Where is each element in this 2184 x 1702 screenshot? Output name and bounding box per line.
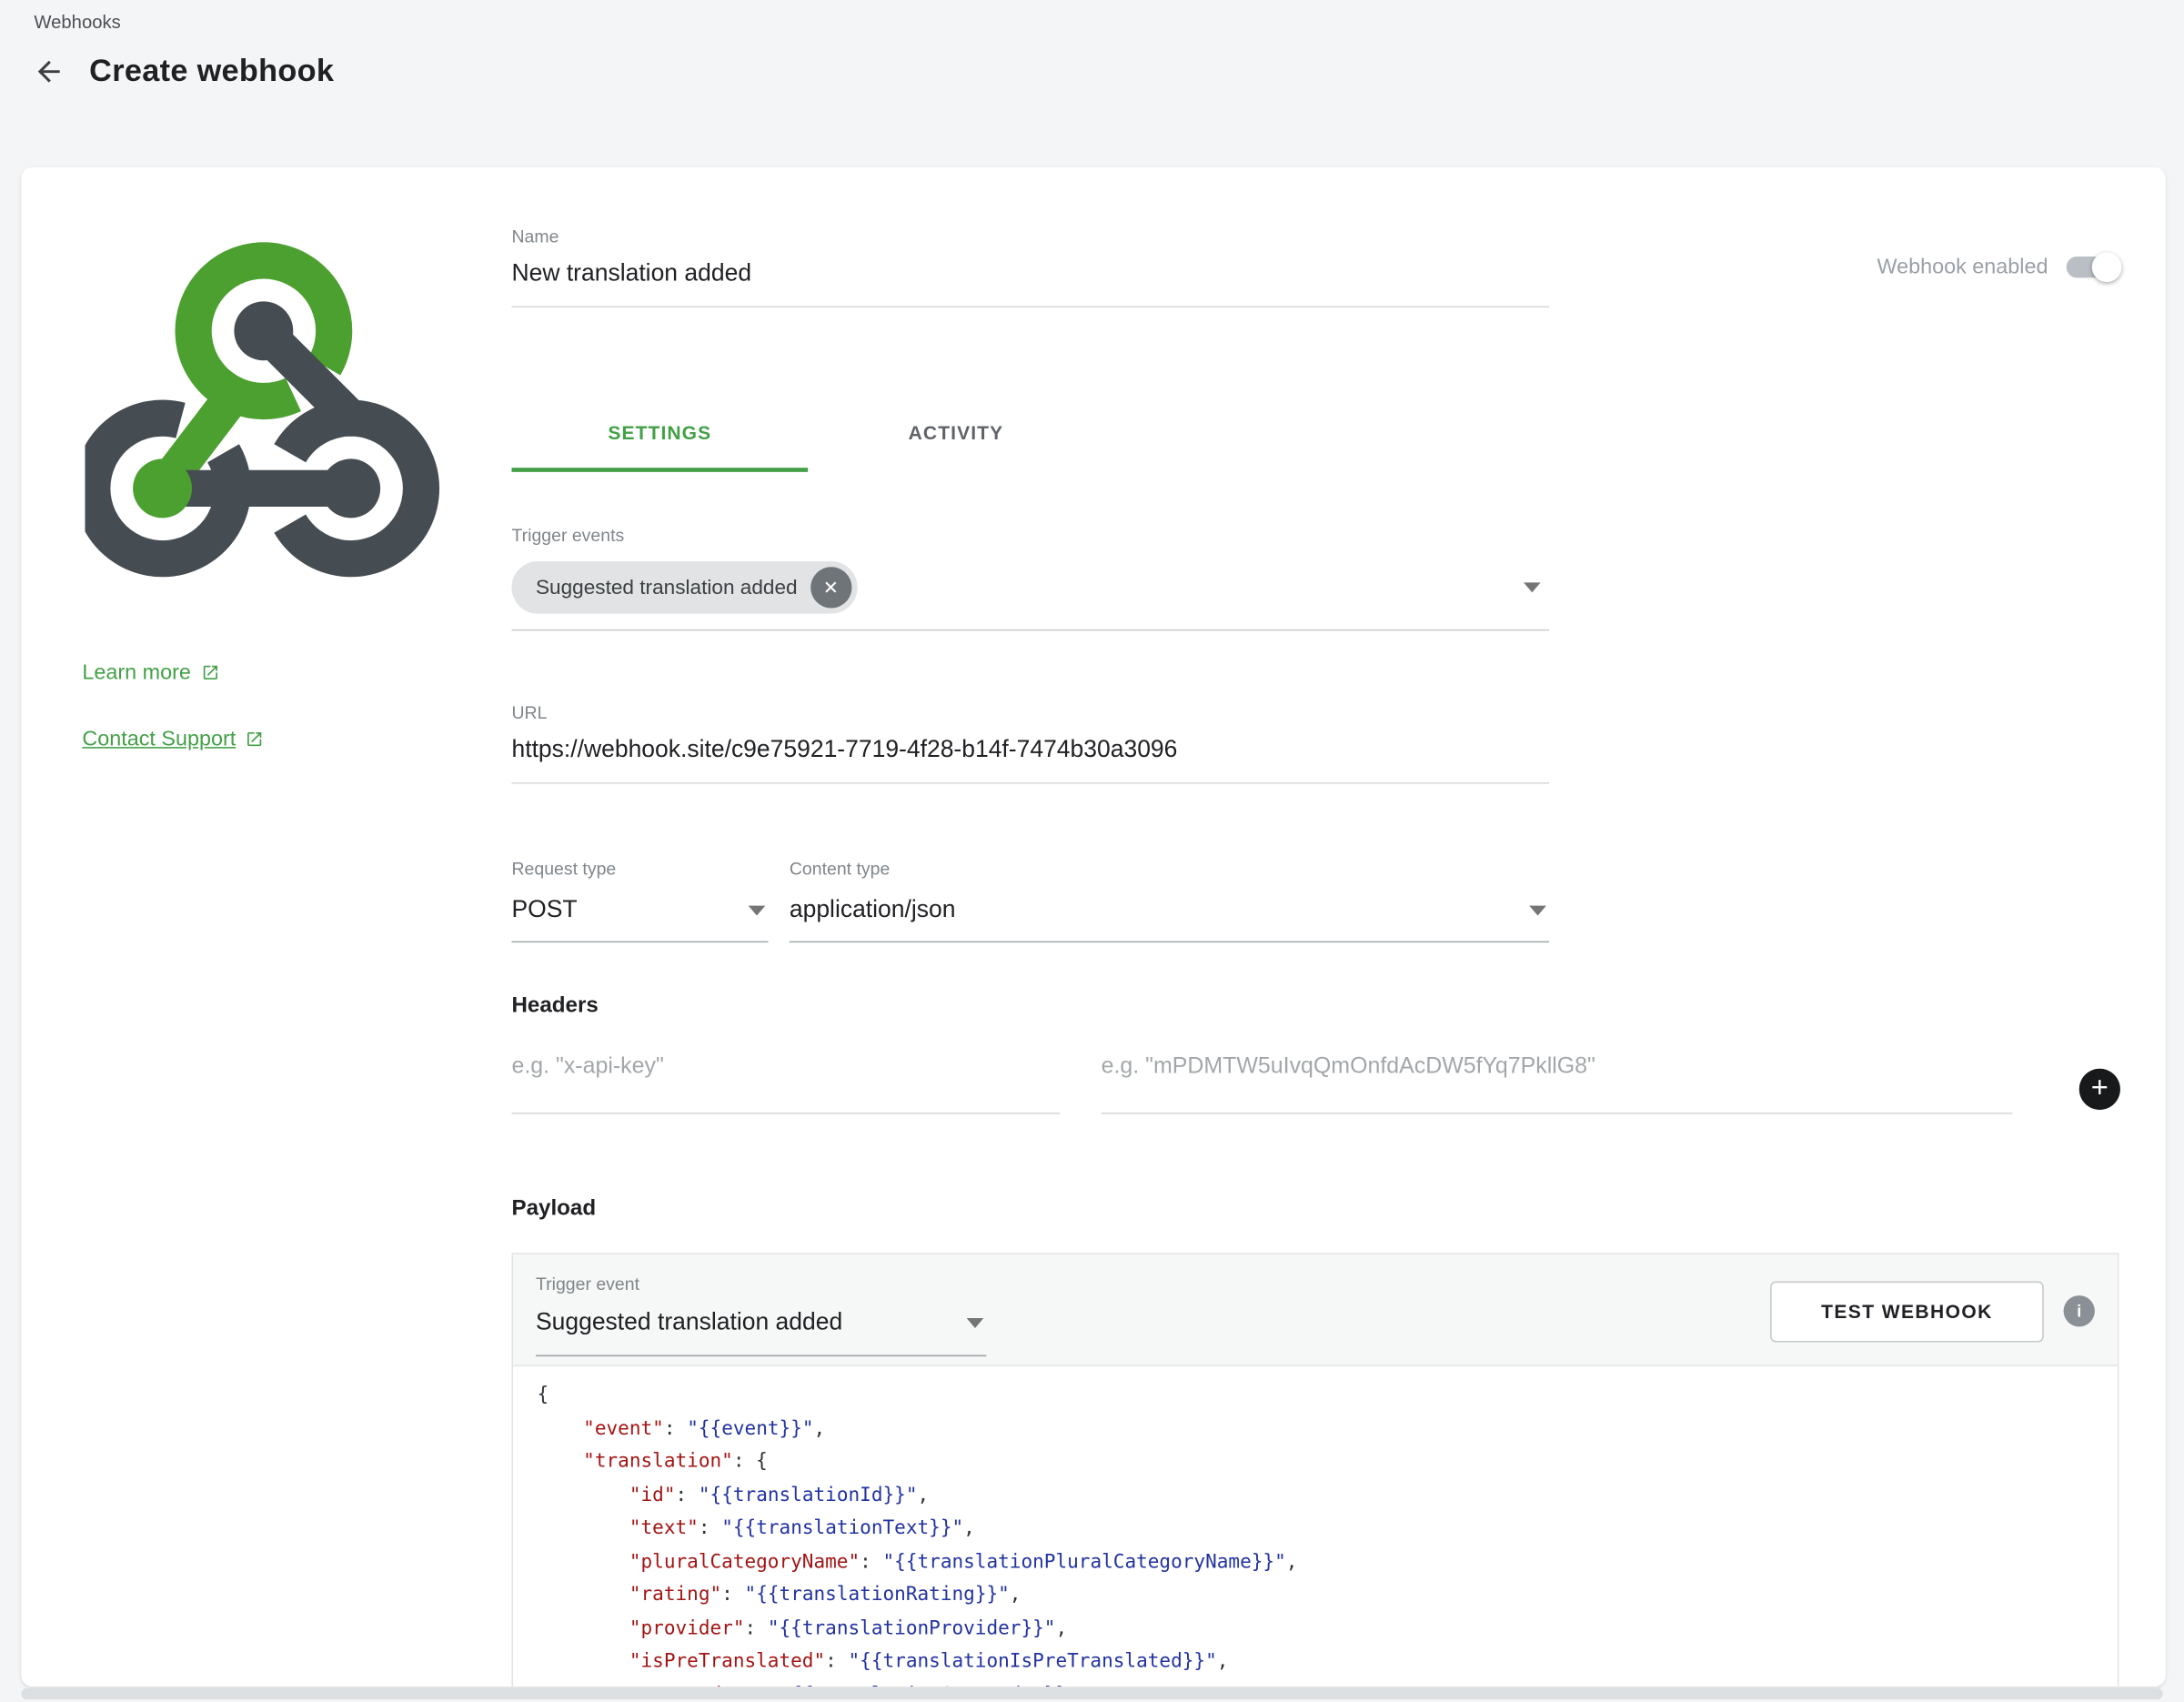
test-webhook-button[interactable]: TEST WEBHOOK: [1770, 1282, 2044, 1343]
page-header: Create webhook: [28, 51, 334, 91]
back-button[interactable]: [28, 51, 68, 91]
contact-support-link[interactable]: Contact Support: [82, 727, 264, 750]
trigger-events-field: Trigger events Suggested translation add…: [511, 526, 1549, 630]
url-input[interactable]: [511, 736, 1549, 784]
plus-icon: +: [2091, 1073, 2109, 1103]
trigger-events-label: Trigger events: [511, 526, 1549, 547]
trigger-event-chip-label: Suggested translation added: [536, 576, 798, 599]
payload-trigger-event-select[interactable]: Suggested translation added: [536, 1304, 986, 1356]
content-type-label: Content type: [790, 859, 1549, 880]
create-webhook-card: Learn more Contact Support Name Webhook …: [21, 167, 2165, 1687]
webhook-logo-icon: [85, 238, 450, 589]
learn-more-link[interactable]: Learn more: [82, 660, 219, 684]
header-value-input[interactable]: [1102, 1043, 2013, 1114]
contact-support-label: Contact Support: [82, 727, 236, 750]
webhook-enabled-label: Webhook enabled: [1877, 255, 2048, 278]
payload-title: Payload: [511, 1196, 596, 1222]
chip-remove-button[interactable]: ✕: [810, 567, 851, 608]
learn-more-label: Learn more: [82, 660, 191, 684]
trigger-event-chip: Suggested translation added ✕: [511, 561, 857, 614]
content-type-field: Content type application/json: [790, 859, 1549, 942]
url-label: URL: [511, 703, 1549, 724]
tabs: SETTINGS ACTIVITY: [511, 398, 1103, 472]
page-title: Create webhook: [89, 53, 334, 90]
request-type-field: Request type POST: [511, 859, 768, 942]
name-field: Name: [511, 227, 1549, 307]
content-type-value: application/json: [790, 891, 956, 929]
tab-settings[interactable]: SETTINGS: [511, 398, 808, 472]
headers-title: Headers: [511, 993, 598, 1019]
request-type-select[interactable]: POST: [511, 891, 768, 942]
webhook-enabled-row: Webhook enabled: [1877, 255, 2119, 278]
external-link-icon: [201, 663, 219, 681]
back-arrow-icon: [32, 55, 65, 87]
request-type-label: Request type: [511, 859, 768, 880]
info-icon[interactable]: i: [2064, 1295, 2095, 1326]
switch-knob: [2092, 252, 2122, 282]
name-label: Name: [511, 227, 1549, 247]
payload-trigger-event-value: Suggested translation added: [536, 1304, 842, 1341]
add-header-button[interactable]: +: [2079, 1069, 2120, 1110]
dropdown-arrow-icon: [1524, 582, 1541, 592]
horizontal-scrollbar[interactable]: [21, 1688, 2162, 1699]
payload-panel-header: Trigger event Suggested translation adde…: [513, 1254, 2118, 1366]
content-type-select[interactable]: application/json: [790, 891, 1549, 942]
payload-panel: Trigger event Suggested translation adde…: [511, 1253, 2119, 1687]
payload-trigger-event-field: Trigger event Suggested translation adde…: [536, 1274, 986, 1356]
page: Webhooks Create webhook: [0, 0, 2184, 1702]
external-link-icon: [246, 730, 264, 748]
trigger-events-select[interactable]: Suggested translation added ✕: [511, 561, 1549, 630]
header-key-input[interactable]: [511, 1043, 1060, 1114]
name-input[interactable]: [511, 259, 1549, 307]
dropdown-arrow-icon: [749, 905, 766, 915]
payload-trigger-event-label: Trigger event: [536, 1274, 986, 1295]
close-icon: ✕: [823, 576, 839, 599]
webhook-enabled-switch[interactable]: [2067, 257, 2119, 277]
dropdown-arrow-icon: [1529, 905, 1546, 915]
info-glyph: i: [2077, 1301, 2081, 1321]
dropdown-arrow-icon: [967, 1317, 984, 1327]
breadcrumb[interactable]: Webhooks: [34, 11, 120, 32]
payload-code-editor[interactable]: { "event": "{{event}}", "translation": {…: [513, 1366, 2118, 1687]
tab-activity[interactable]: ACTIVITY: [808, 398, 1104, 472]
url-field: URL: [511, 703, 1549, 784]
request-type-value: POST: [511, 891, 577, 929]
